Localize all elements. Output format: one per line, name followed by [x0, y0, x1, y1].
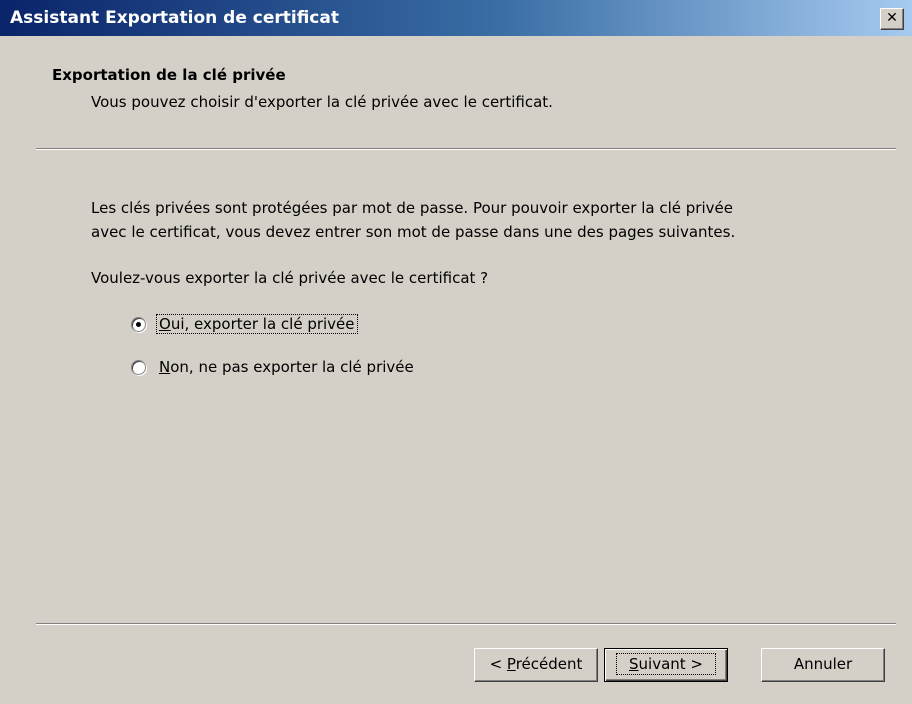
description-text: Les clés privées sont protégées par mot … [91, 196, 871, 244]
cancel-button[interactable]: Annuler [761, 648, 885, 682]
window-title: Assistant Exportation de certificat [10, 8, 339, 28]
page-subtitle: Vous pouvez choisir d'exporter la clé pr… [91, 93, 553, 111]
radio-export-yes[interactable]: Oui, exporter la clé privée [131, 314, 358, 334]
radio-button-selected-icon[interactable] [131, 316, 146, 332]
radio-label-yes[interactable]: Oui, exporter la clé privée [156, 314, 358, 334]
export-wizard-window: Assistant Exportation de certificat ✕ Ex… [0, 0, 912, 704]
radio-label-no[interactable]: Non, ne pas exporter la clé privée [156, 358, 417, 376]
header-divider [36, 148, 896, 150]
close-button[interactable]: ✕ [880, 8, 904, 30]
close-icon: ✕ [886, 10, 898, 26]
description-line: Les clés privées sont protégées par mot … [91, 199, 733, 217]
radio-button-empty-icon[interactable] [131, 359, 146, 375]
page-title: Exportation de la clé privée [52, 66, 286, 84]
previous-button[interactable]: < Précédent [474, 648, 598, 682]
footer-divider [36, 623, 896, 625]
radio-export-no[interactable]: Non, ne pas exporter la clé privée [131, 358, 417, 376]
title-bar: Assistant Exportation de certificat ✕ [0, 0, 912, 36]
next-button[interactable]: Suivant > [604, 648, 728, 682]
description-line: avec le certificat, vous devez entrer so… [91, 223, 736, 241]
export-question: Voulez-vous exporter la clé privée avec … [91, 269, 489, 287]
